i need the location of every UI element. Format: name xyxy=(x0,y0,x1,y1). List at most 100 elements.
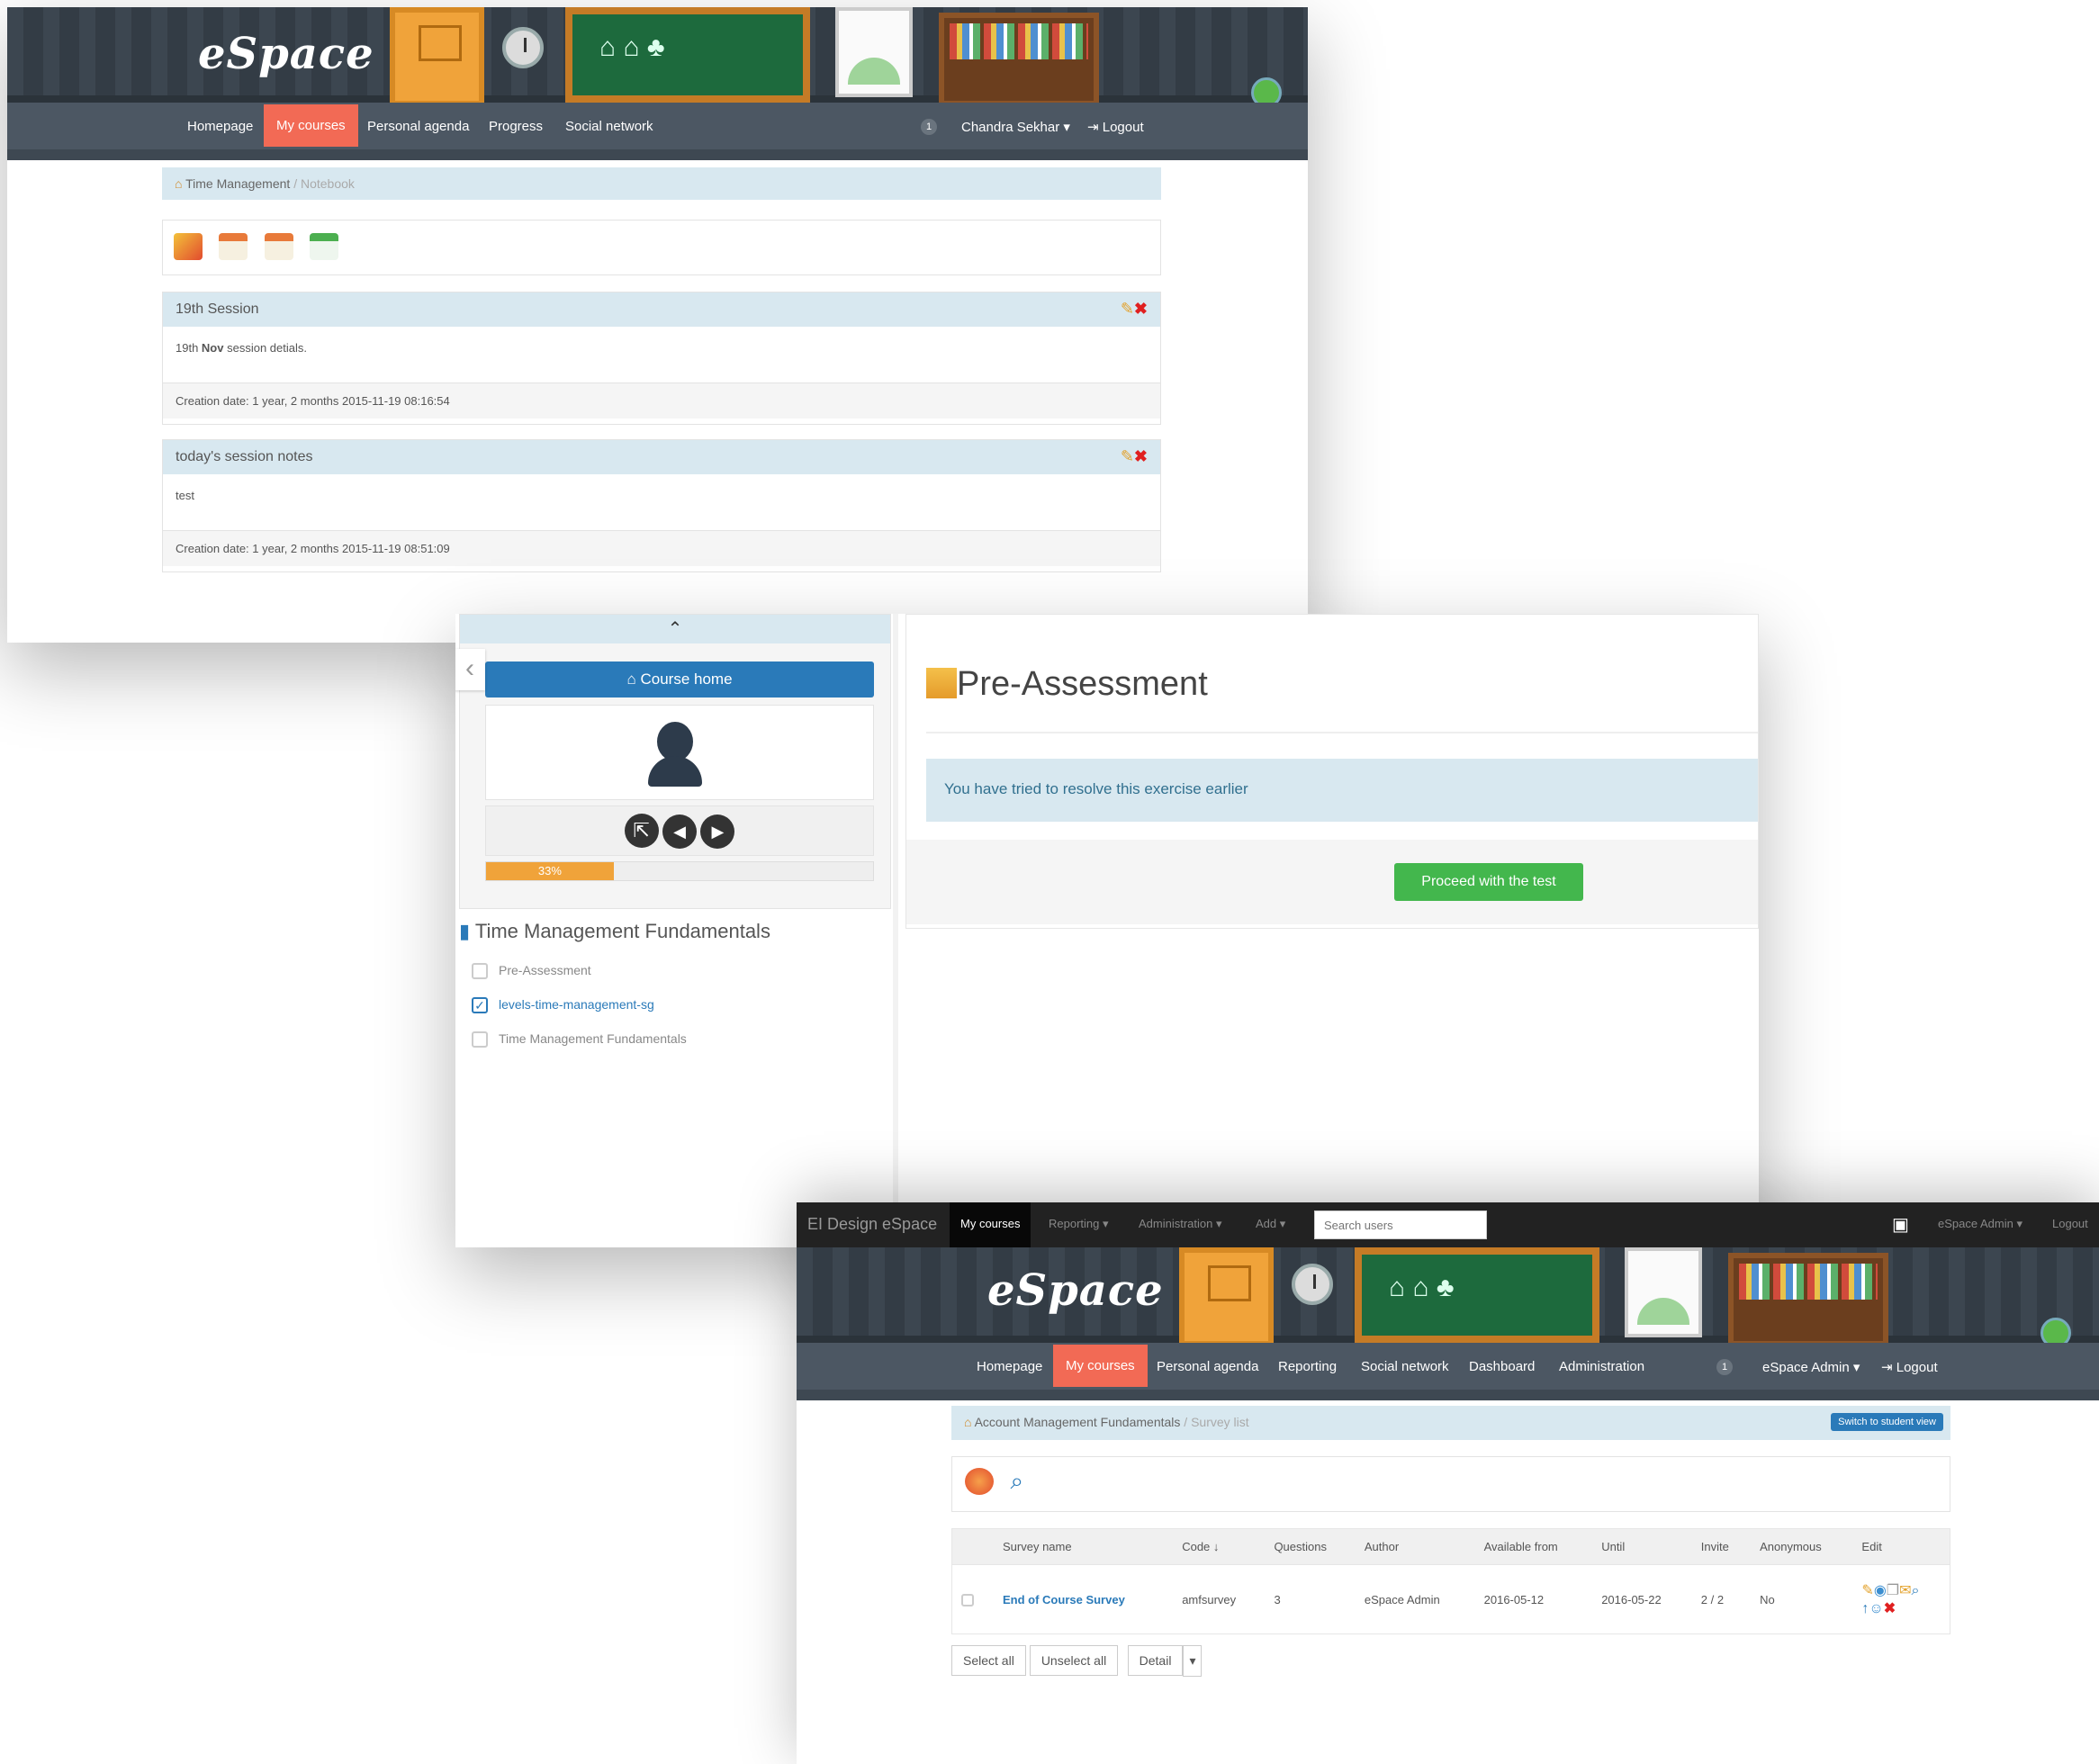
search-icon[interactable]: ⌕ xyxy=(1010,1468,1039,1495)
chevron-left-icon[interactable]: ‹ xyxy=(455,649,485,690)
top-nav-my-courses[interactable]: My courses xyxy=(950,1202,1031,1247)
user-menu[interactable]: Chandra Sekhar ▾ xyxy=(961,119,1070,135)
proceed-button[interactable]: Proceed with the test xyxy=(1394,863,1583,901)
avatar-box xyxy=(485,705,874,800)
checkbox[interactable] xyxy=(472,1031,488,1048)
breadcrumb: ⌂ Account Management Fundamentals / Surv… xyxy=(951,1406,1950,1440)
col-invite[interactable]: Invite xyxy=(1691,1529,1752,1565)
col-edit: Edit xyxy=(1852,1529,1950,1565)
chevron-up-icon[interactable]: ⌃ xyxy=(460,615,890,644)
col-survey-name[interactable]: Survey name xyxy=(994,1529,1174,1565)
note-title-text: today's session notes xyxy=(176,449,313,464)
progress-bar-fill: 33% xyxy=(486,862,614,880)
table-row: End of Course Survey amfsurvey 3 eSpace … xyxy=(952,1564,1950,1634)
edit-icon[interactable]: ✎ xyxy=(1861,1583,1873,1598)
delete-icon[interactable]: ✖ xyxy=(1134,300,1148,318)
col-author[interactable]: Author xyxy=(1355,1529,1475,1565)
nav-progress[interactable]: Progress xyxy=(489,119,543,134)
sort-by-update-icon[interactable] xyxy=(264,233,293,260)
sort-by-date-icon[interactable] xyxy=(219,233,248,260)
sort-by-title-icon[interactable] xyxy=(310,233,339,260)
top-nav-reporting[interactable]: Reporting ▾ xyxy=(1049,1217,1109,1231)
invite-icon[interactable]: ☺ xyxy=(1869,1601,1883,1616)
top-logout-link[interactable]: Logout xyxy=(2052,1217,2088,1230)
nav-personal-agenda[interactable]: Personal agenda xyxy=(1157,1359,1258,1374)
preview-icon[interactable]: ◉ xyxy=(1874,1583,1887,1598)
previous-icon[interactable]: ◀ xyxy=(662,814,697,849)
espace-logo[interactable]: eSpace xyxy=(198,29,374,79)
add-note-icon[interactable] xyxy=(174,233,203,260)
copy-icon[interactable]: ❐ xyxy=(1887,1583,1899,1598)
next-icon[interactable]: ▶ xyxy=(700,814,735,849)
notification-badge[interactable]: 1 xyxy=(1716,1359,1733,1375)
breadcrumb-course[interactable]: Time Management xyxy=(185,176,290,191)
col-questions[interactable]: Questions xyxy=(1265,1529,1356,1565)
brand[interactable]: EI Design eSpace xyxy=(807,1215,937,1234)
select-all-button[interactable]: Select all xyxy=(951,1645,1026,1676)
book-icon: ▮ xyxy=(459,920,471,942)
nav-my-courses[interactable]: My courses xyxy=(1053,1345,1148,1387)
publish-icon[interactable]: ✉ xyxy=(1899,1583,1911,1598)
detail-select[interactable]: Detail xyxy=(1127,1645,1184,1676)
list-item[interactable]: ✓ levels-time-management-sg xyxy=(472,997,654,1014)
user-avatar-icon[interactable]: ▣ xyxy=(1892,1213,1909,1236)
list-item-label: Pre-Assessment xyxy=(499,963,591,977)
col-anonymous[interactable]: Anonymous xyxy=(1751,1529,1853,1565)
checkbox[interactable] xyxy=(472,963,488,980)
row-checkbox[interactable] xyxy=(961,1593,974,1606)
admin-menu[interactable]: eSpace Admin ▾ xyxy=(1938,1217,2022,1231)
notebook-window: eSpace ⌂ ⌂ ♣ Homepage My courses Persona… xyxy=(7,7,1308,643)
home-icon[interactable]: ⌂ xyxy=(175,176,182,191)
nav-homepage[interactable]: Homepage xyxy=(187,119,253,134)
delete-icon[interactable]: ✖ xyxy=(1134,447,1148,465)
cell-anonymous: No xyxy=(1751,1564,1853,1634)
bookshelf-illustration xyxy=(1728,1253,1888,1346)
search-icon[interactable]: ⌕ xyxy=(1912,1583,1920,1598)
edit-icon[interactable]: ✎ xyxy=(1121,447,1134,465)
survey-name-link[interactable]: End of Course Survey xyxy=(994,1564,1174,1634)
col-until[interactable]: Until xyxy=(1592,1529,1692,1565)
exercise-window: ⌃ ‹ ⌂ Course home ⇱ ◀ ▶ 33% ▮ Time Manag… xyxy=(455,614,1759,1247)
quiz-icon xyxy=(926,668,957,698)
unselect-all-button[interactable]: Unselect all xyxy=(1029,1645,1119,1676)
list-item-label: Time Management Fundamentals xyxy=(499,1031,687,1046)
notification-badge[interactable]: 1 xyxy=(921,119,937,135)
delete-icon[interactable]: ✖ xyxy=(1884,1601,1896,1616)
nav-homepage[interactable]: Homepage xyxy=(977,1359,1042,1374)
nav-administration[interactable]: Administration xyxy=(1559,1359,1644,1374)
search-users-input[interactable] xyxy=(1314,1210,1487,1239)
user-menu[interactable]: eSpace Admin ▾ xyxy=(1762,1359,1860,1375)
espace-logo[interactable]: eSpace xyxy=(987,1265,1164,1316)
logout-link[interactable]: ⇥ Logout xyxy=(1087,119,1144,135)
nav-social-network[interactable]: Social network xyxy=(565,119,653,134)
top-nav-administration[interactable]: Administration ▾ xyxy=(1139,1217,1222,1231)
create-survey-icon[interactable] xyxy=(965,1468,994,1495)
list-item[interactable]: Time Management Fundamentals xyxy=(472,1031,687,1048)
breadcrumb-course[interactable]: Account Management Fundamentals xyxy=(975,1415,1181,1429)
edit-icon[interactable]: ✎ xyxy=(1121,300,1134,318)
home-icon[interactable]: ⌂ xyxy=(964,1415,971,1429)
nav-personal-agenda[interactable]: Personal agenda xyxy=(367,119,469,134)
switch-student-view-button[interactable]: Switch to student view xyxy=(1831,1413,1943,1431)
col-available-from[interactable]: Available from xyxy=(1474,1529,1593,1565)
exit-running-icon[interactable]: ⇱ xyxy=(624,814,659,848)
list-item[interactable]: Pre-Assessment xyxy=(472,963,591,980)
survey-table: Survey name Code ↓ Questions Author Avai… xyxy=(951,1528,1950,1634)
cell-until: 2016-05-22 xyxy=(1592,1564,1692,1634)
nav-my-courses[interactable]: My courses xyxy=(264,104,358,147)
nav-dashboard[interactable]: Dashboard xyxy=(1469,1359,1535,1374)
logout-link[interactable]: ⇥ Logout xyxy=(1881,1359,1938,1375)
top-nav-add[interactable]: Add ▾ xyxy=(1256,1217,1285,1231)
col-code[interactable]: Code ↓ xyxy=(1173,1529,1266,1565)
caret-down-icon[interactable]: ▾ xyxy=(1183,1645,1203,1677)
course-home-button[interactable]: ⌂ Course home xyxy=(485,662,874,698)
table-actions: Select all Unselect all Detail ▾ xyxy=(951,1645,1203,1677)
nav-social-network[interactable]: Social network xyxy=(1361,1359,1449,1374)
note-body: 19th Nov session detials. xyxy=(163,327,1160,382)
checkbox-checked[interactable]: ✓ xyxy=(472,997,488,1014)
note-title-text: 19th Session xyxy=(176,302,259,317)
survey-window: EI Design eSpace My courses Reporting ▾ … xyxy=(797,1202,2099,1764)
nav-reporting[interactable]: Reporting xyxy=(1278,1359,1337,1374)
notebook-toolbar xyxy=(162,220,1161,275)
exercise-panel: Pre-Assessment You have tried to resolve… xyxy=(905,614,1759,929)
